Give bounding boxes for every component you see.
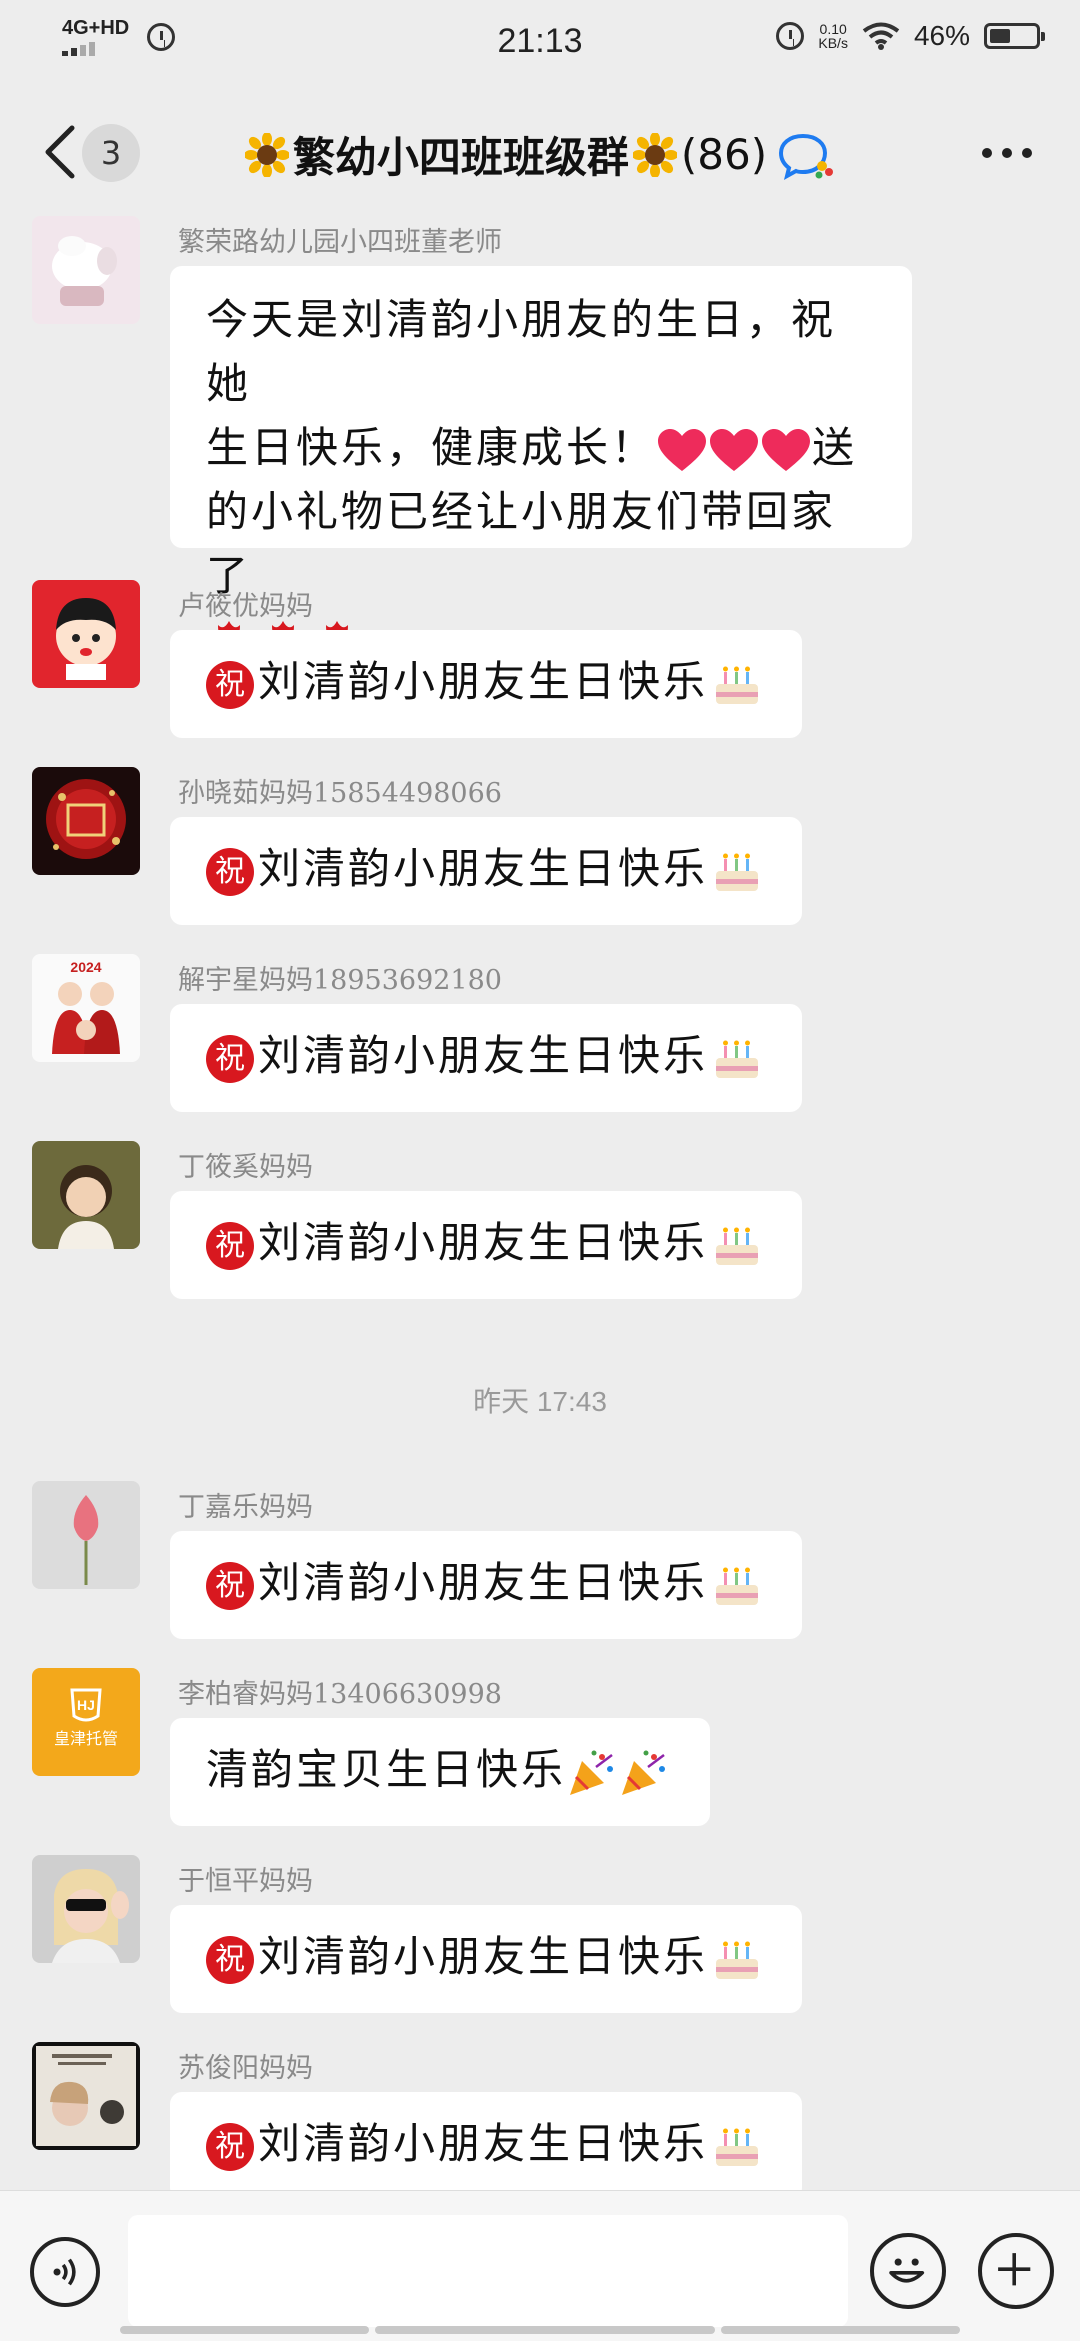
sender-name: 丁嘉乐妈妈	[178, 1492, 313, 1523]
sunflower-icon	[244, 132, 289, 177]
sender-name: 解宇星妈妈18953692180	[178, 965, 502, 996]
message-text: 刘清韵小朋友生日快乐	[258, 1031, 709, 1080]
avatar[interactable]	[32, 1481, 140, 1589]
more-icon[interactable]	[982, 148, 1032, 158]
message-bubble[interactable]: 祝刘清韵小朋友生日快乐	[170, 1004, 802, 1112]
blessing-badge-icon: 祝	[206, 661, 254, 709]
avatar[interactable]	[32, 1141, 140, 1249]
message-text: 刘清韵小朋友生日快乐	[258, 657, 709, 706]
emoji-icon[interactable]	[870, 2233, 946, 2309]
heart-icon	[762, 429, 811, 471]
message-text: 生日快乐，健康成长！	[206, 423, 657, 472]
heart-icon	[658, 429, 707, 471]
avatar[interactable]	[32, 580, 140, 688]
cake-icon	[716, 1567, 759, 1605]
sender-name: 苏俊阳妈妈	[178, 2053, 313, 2084]
voice-input-icon[interactable]	[30, 2237, 100, 2307]
blessing-badge-icon: 祝	[206, 1562, 254, 1610]
chat-bubble-icon[interactable]	[777, 130, 835, 180]
cake-icon	[716, 853, 759, 891]
network-speed: 0.10 KB/s	[818, 22, 848, 50]
sender-name: 李柏睿妈妈13406630998	[178, 1679, 502, 1710]
avatar-brand-text: 皇津托管	[54, 1729, 118, 1748]
blessing-badge-icon: 祝	[206, 848, 254, 896]
message-text: 今天是刘清韵小朋友的生日，祝她	[206, 295, 837, 408]
cake-icon	[716, 2128, 759, 2166]
message-bubble[interactable]: 祝刘清韵小朋友生日快乐	[170, 817, 802, 925]
message-text: 刘清韵小朋友生日快乐	[258, 1218, 709, 1267]
party-popper-icon	[570, 1750, 614, 1795]
avatar[interactable]	[32, 1855, 140, 1963]
message-text: 刘清韵小朋友生日快乐	[258, 844, 709, 893]
wifi-icon	[862, 22, 900, 50]
navigation-bar	[120, 2326, 960, 2334]
battery-percent: 46%	[913, 20, 970, 51]
sender-name: 繁荣路幼儿园小四班董老师	[178, 227, 502, 258]
chat-header: 3 繁幼小四班班级群 (86)	[0, 80, 1080, 220]
avatar[interactable]: 2024	[32, 954, 140, 1062]
message-text: 送	[812, 423, 858, 472]
avatar-logo-text: HJ	[77, 1697, 95, 1713]
sender-name: 孙晓茹妈妈15854498066	[178, 778, 502, 809]
input-bar	[0, 2190, 1080, 2341]
heart-icon	[710, 429, 759, 471]
sender-name: 于恒平妈妈	[178, 1866, 313, 1897]
battery-icon	[984, 23, 1045, 49]
avatar[interactable]: HJ 皇津托管	[32, 1668, 140, 1776]
party-popper-icon	[622, 1750, 666, 1795]
blessing-badge-icon: 祝	[206, 1222, 254, 1270]
group-name: 繁幼小四班班级群	[292, 133, 629, 182]
cake-icon	[716, 666, 759, 704]
avatar-year-text: 2024	[70, 959, 101, 975]
chat-title[interactable]: 繁幼小四班班级群 (86)	[0, 124, 1080, 185]
sunflower-icon	[632, 132, 677, 177]
message-text: 刘清韵小朋友生日快乐	[258, 1558, 709, 1607]
blessing-badge-icon: 祝	[206, 1936, 254, 1984]
message-text: 清韵宝贝生日快乐	[206, 1745, 567, 1794]
message-input[interactable]	[128, 2215, 848, 2327]
status-bar: 4G+HD 21:13 0.10 KB/s 46%	[0, 0, 1080, 80]
message-bubble[interactable]: 祝刘清韵小朋友生日快乐	[170, 2092, 802, 2200]
timestamp: 昨天 17:43	[473, 1386, 607, 1417]
plus-icon[interactable]	[978, 2233, 1054, 2309]
blessing-badge-icon: 祝	[206, 2123, 254, 2171]
avatar[interactable]	[32, 216, 140, 324]
speed-unit: KB/s	[818, 35, 848, 51]
cake-icon	[716, 1040, 759, 1078]
message-bubble[interactable]: 清韵宝贝生日快乐	[170, 1718, 710, 1826]
blessing-badge-icon: 祝	[206, 1035, 254, 1083]
message-text-line: 生日快乐，健康成长！ 送	[206, 416, 876, 480]
cake-icon	[716, 1941, 759, 1979]
cake-icon	[716, 1227, 759, 1265]
speed-value: 0.10	[819, 21, 847, 37]
message-text: 刘清韵小朋友生日快乐	[258, 2119, 709, 2168]
member-count: (86)	[680, 130, 768, 179]
message-bubble[interactable]: 祝刘清韵小朋友生日快乐	[170, 1191, 802, 1299]
message-text: 刘清韵小朋友生日快乐	[258, 1932, 709, 1981]
message-bubble[interactable]: 祝刘清韵小朋友生日快乐	[170, 1531, 802, 1639]
alarm-icon	[776, 22, 805, 50]
message-bubble[interactable]: 今天是刘清韵小朋友的生日，祝她 生日快乐，健康成长！送 的小礼物已经让小朋友们带…	[170, 266, 912, 667]
message-bubble[interactable]: 祝刘清韵小朋友生日快乐	[170, 630, 802, 738]
sender-name: 丁筱奚妈妈	[178, 1152, 313, 1183]
message-bubble[interactable]: 祝刘清韵小朋友生日快乐	[170, 1905, 802, 2013]
sender-name: 卢筱优妈妈	[178, 591, 313, 622]
avatar[interactable]	[32, 767, 140, 875]
avatar[interactable]	[32, 2042, 140, 2150]
